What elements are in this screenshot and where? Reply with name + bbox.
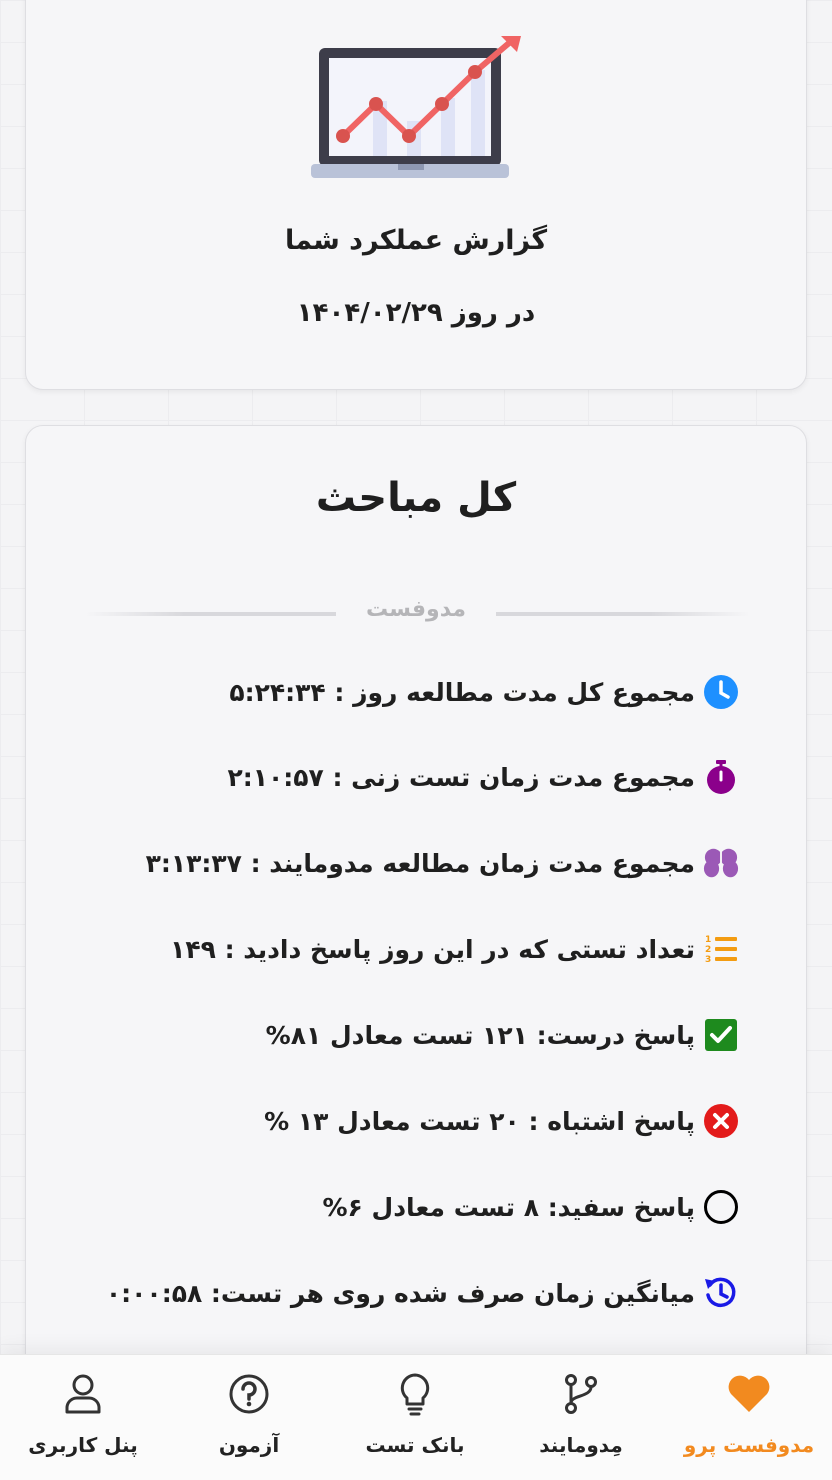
stat-text: پاسخ اشتباه : ۲۰ تست معادل ۱۳ % [264, 1106, 695, 1136]
stat-answered-count: 123 تعداد تستی که در این روز پاسخ دادید … [40, 929, 739, 969]
stopwatch-icon [703, 759, 739, 795]
stat-text: پاسخ سفید: ۸ تست معادل ۶% [322, 1192, 695, 1222]
nav-label: پنل کاربری [28, 1433, 138, 1457]
nav-label: بانک تست [365, 1433, 465, 1457]
check-box-icon [703, 1017, 739, 1053]
nav-label: مدوفست پرو [683, 1433, 815, 1457]
branch-icon [556, 1369, 606, 1419]
report-title: گزارش عملکرد شما [284, 225, 548, 256]
nav-item-medofast-pro[interactable]: مدوفست پرو [666, 1355, 832, 1480]
svg-text:2: 2 [705, 945, 711, 955]
stat-test-time: مجموع مدت زمان تست زنی : ۲:۱۰:۵۷ [40, 757, 739, 797]
history-icon [703, 1275, 739, 1311]
performance-chart-icon [311, 36, 521, 178]
bottom-nav: مدوفست پرو مِدومایند بانک تست آزمون پنل … [0, 1354, 832, 1480]
report-date: در روز ۱۴۰۴/۰۲/۲۹ [296, 298, 536, 328]
stat-text: مجموع کل مدت مطالعه روز : ۵:۲۴:۳۴ [229, 677, 695, 707]
nav-item-exam[interactable]: آزمون [166, 1355, 332, 1480]
stat-text: میانگین زمان صرف شده روی هر تست: ۰:۰۰:۵۸ [105, 1278, 695, 1308]
nav-item-test-bank[interactable]: بانک تست [332, 1355, 498, 1480]
cross-circle-icon [703, 1103, 739, 1139]
stat-text: مجموع مدت زمان تست زنی : ۲:۱۰:۵۷ [227, 762, 695, 792]
nav-item-user-panel[interactable]: پنل کاربری [0, 1355, 166, 1480]
brain-icon [703, 845, 739, 881]
nav-item-medomind[interactable]: مِدومایند [498, 1355, 664, 1480]
stat-average-time: میانگین زمان صرف شده روی هر تست: ۰:۰۰:۵۸ [40, 1273, 739, 1313]
stat-text: پاسخ درست: ۱۲۱ تست معادل ۸۱% [265, 1020, 695, 1050]
svg-text:1: 1 [705, 935, 711, 945]
section-title: کل مباحث [315, 475, 517, 521]
stat-correct: پاسخ درست: ۱۲۱ تست معادل ۸۱% [40, 1015, 739, 1055]
stat-medomind-time: مجموع مدت زمان مطالعه مدومایند : ۳:۱۳:۳۷ [40, 843, 739, 883]
heart-icon [724, 1369, 774, 1419]
divider-label: مدوفست [336, 597, 496, 622]
stat-text: تعداد تستی که در این روز پاسخ دادید : ۱۴… [170, 934, 695, 964]
user-icon [58, 1369, 108, 1419]
stat-text: مجموع مدت زمان مطالعه مدومایند : ۳:۱۳:۳۷ [145, 848, 695, 878]
svg-text:3: 3 [705, 955, 711, 965]
nav-label: مِدومایند [539, 1433, 623, 1457]
stat-wrong: پاسخ اشتباه : ۲۰ تست معادل ۱۳ % [40, 1101, 739, 1141]
lightbulb-icon [390, 1369, 440, 1419]
nav-label: آزمون [218, 1433, 280, 1457]
stat-blank: پاسخ سفید: ۸ تست معادل ۶% [40, 1187, 739, 1227]
stat-total-study-time: مجموع کل مدت مطالعه روز : ۵:۲۴:۳۴ [40, 672, 739, 712]
numbered-list-icon: 123 [703, 931, 739, 967]
clock-icon [703, 674, 739, 710]
empty-circle-icon [703, 1189, 739, 1225]
question-circle-icon [224, 1369, 274, 1419]
